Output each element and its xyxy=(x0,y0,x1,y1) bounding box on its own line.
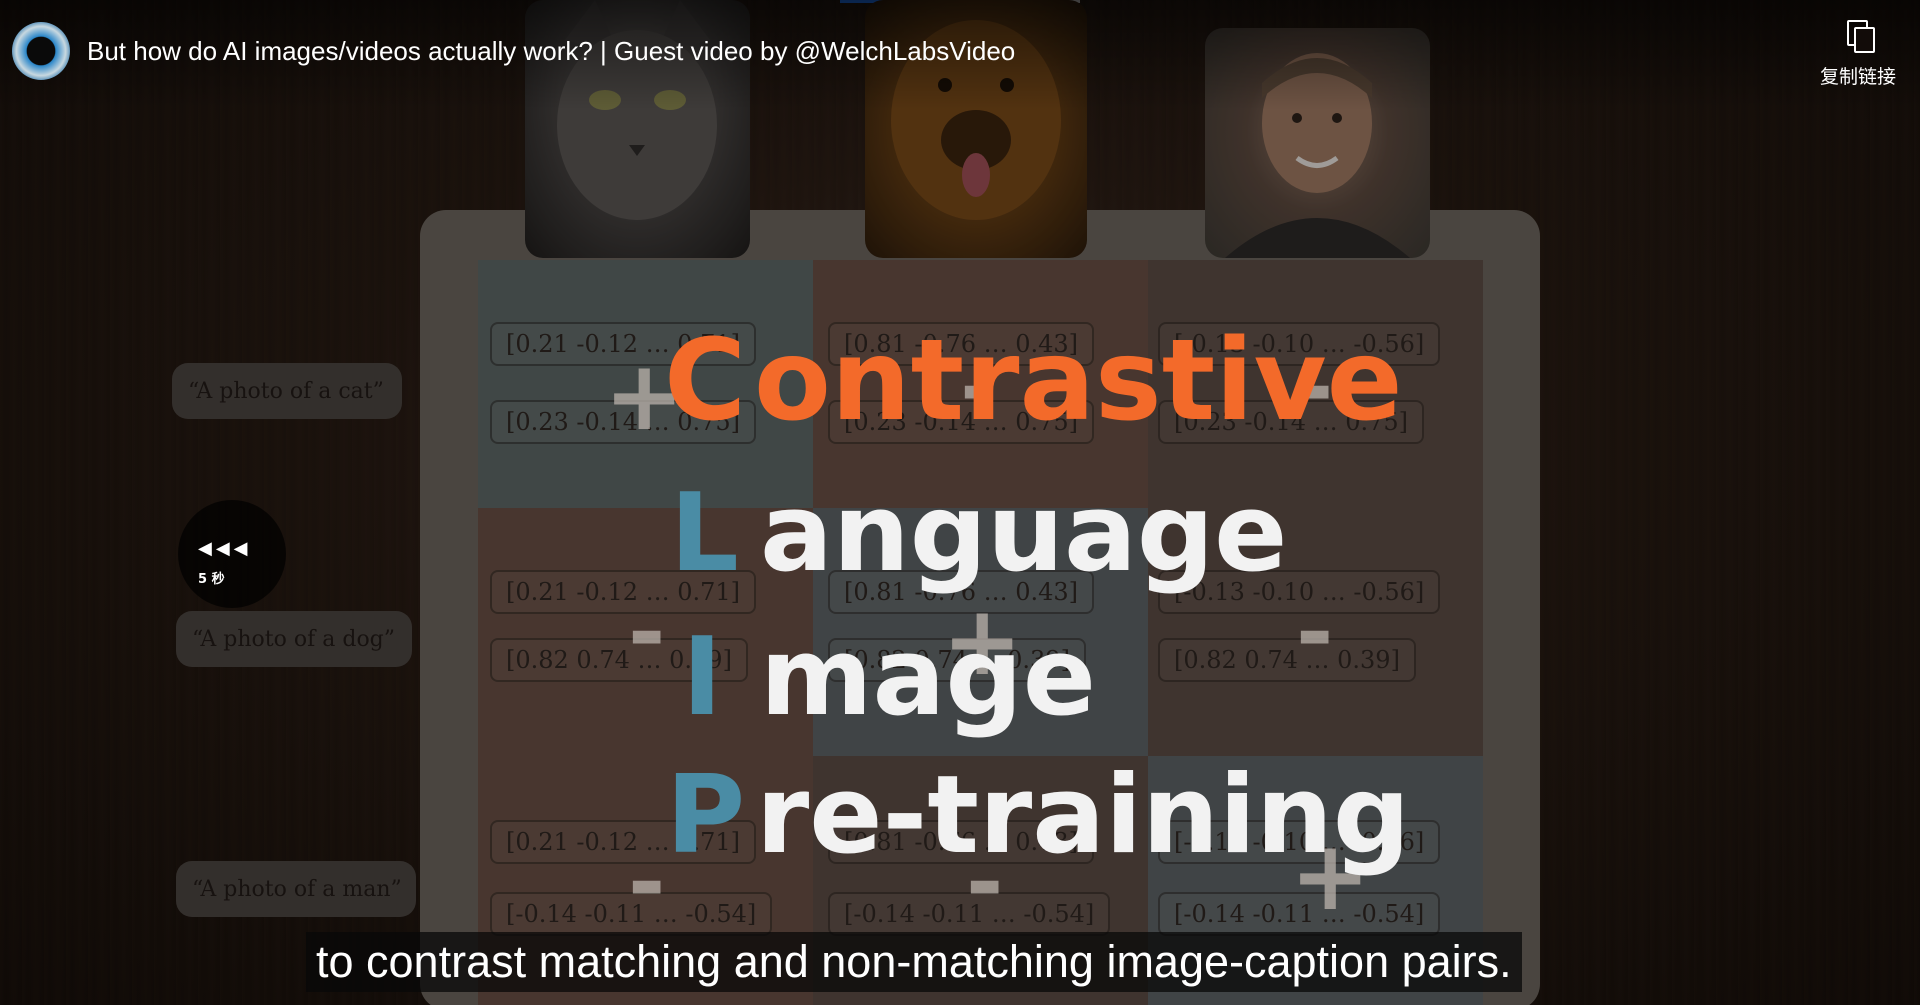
rewind-icon: ◀◀◀ xyxy=(198,538,252,559)
video-title[interactable]: But how do AI images/videos actually wor… xyxy=(87,36,1015,67)
minus-sign: - xyxy=(628,830,666,935)
clip-letter-c: C xyxy=(664,316,747,446)
seek-back-indicator[interactable]: ◀◀◀ 5 秒 xyxy=(178,500,286,608)
caption-man: “A photo of a man” xyxy=(176,861,416,917)
minus-sign: - xyxy=(628,580,666,685)
clip-word-pretraining: Pre-training xyxy=(666,762,1410,870)
video-frame[interactable]: [0.21 -0.12 … 0.71] [0.23 -0.14 … 0.75] … xyxy=(0,0,1920,1005)
channel-avatar[interactable] xyxy=(12,22,70,80)
clip-letter-i: I xyxy=(682,615,723,740)
copy-link-button[interactable]: 复制链接 xyxy=(1808,18,1908,92)
seek-back-label: 5 秒 xyxy=(198,572,225,587)
subtitle-caption: to contrast matching and non-matching im… xyxy=(306,932,1522,992)
clip-word-image: Image xyxy=(682,624,1096,732)
text-vector-dog: [0.82 0.74 … 0.39] xyxy=(1158,638,1416,682)
clip-rest-image: mage xyxy=(760,615,1096,740)
clip-word-language: Language xyxy=(670,480,1287,588)
clip-rest-language: anguage xyxy=(760,471,1288,596)
copy-icon xyxy=(1842,18,1875,53)
clip-rest-contrastive: ontrastive xyxy=(754,316,1403,446)
caption-cat: “A photo of a cat” xyxy=(172,363,402,419)
clip-letter-l: L xyxy=(670,471,739,596)
copy-link-label: 复制链接 xyxy=(1819,66,1896,88)
caption-dog: “A photo of a dog” xyxy=(176,611,412,667)
minus-sign: - xyxy=(1296,580,1334,685)
clip-word-contrastive: Contrastive xyxy=(664,325,1403,437)
clip-letter-p: P xyxy=(666,753,746,878)
clip-rest-pretraining: re-training xyxy=(756,753,1411,878)
